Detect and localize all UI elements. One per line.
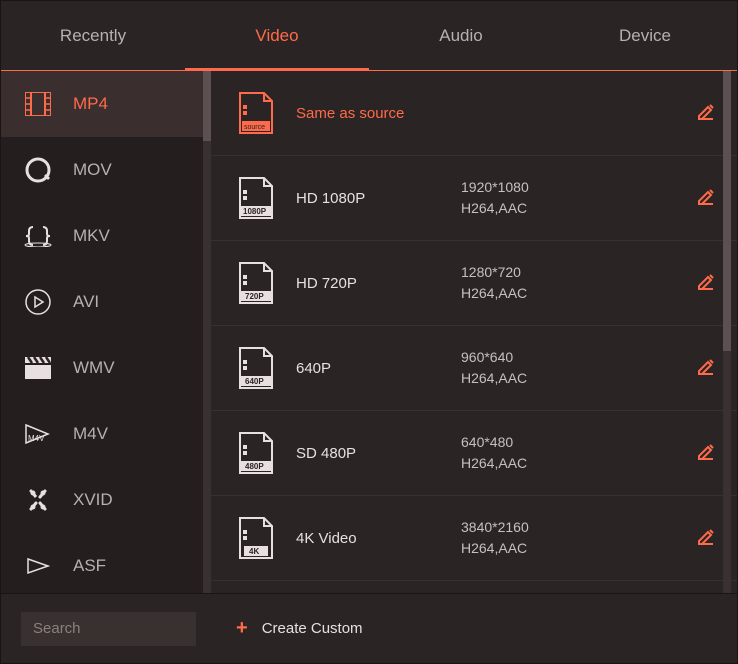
create-custom-label: Create Custom — [262, 620, 363, 637]
tab-device[interactable]: Device — [553, 1, 737, 70]
tab-recently[interactable]: Recently — [1, 1, 185, 70]
film-icon — [23, 92, 53, 116]
file-1080p-icon: 1080P — [236, 174, 276, 222]
braces-icon — [23, 225, 53, 247]
clapper-icon — [23, 357, 53, 379]
preset-name: HD 720P — [296, 275, 461, 292]
preset-sd-480p[interactable]: 480P SD 480P 640*480 H264,AAC — [211, 411, 737, 496]
preset-details: 1280*720 H264,AAC — [461, 262, 527, 304]
sidebar-item-label: ASF — [73, 556, 106, 576]
preset-name: SD 480P — [296, 445, 461, 462]
sidebar-item-label: XVID — [73, 490, 113, 510]
preset-name: 4K Video — [296, 530, 461, 547]
preset-details: 3840*2160 H264,AAC — [461, 517, 529, 559]
quicktime-icon — [23, 157, 53, 183]
plus-icon: + — [236, 617, 248, 640]
search-input[interactable] — [21, 612, 196, 646]
preset-list: source Same as source 1080P HD 1080P 192… — [211, 71, 737, 593]
sidebar-item-label: MKV — [73, 226, 110, 246]
edit-preset-button[interactable] — [697, 103, 717, 123]
edit-preset-button[interactable] — [697, 528, 717, 548]
svg-text:source: source — [244, 124, 265, 131]
preset-details: 640*480 H264,AAC — [461, 432, 527, 474]
svg-text:4K: 4K — [249, 547, 259, 556]
preset-name: 640P — [296, 360, 461, 377]
edit-preset-button[interactable] — [697, 358, 717, 378]
file-480p-icon: 480P — [236, 429, 276, 477]
sidebar-item-avi[interactable]: AVI — [1, 269, 211, 335]
preset-codec: H264,AAC — [461, 538, 529, 559]
preset-resolution: 960*640 — [461, 347, 527, 368]
play-circle-icon — [23, 289, 53, 315]
sidebar-item-mp4[interactable]: MP4 — [1, 71, 211, 137]
preset-details: 1920*1080 H264,AAC — [461, 177, 529, 219]
file-4k-icon: 4K — [236, 514, 276, 562]
sidebar-item-wmv[interactable]: WMV — [1, 335, 211, 401]
sidebar-item-mkv[interactable]: MKV — [1, 203, 211, 269]
edit-preset-button[interactable] — [697, 273, 717, 293]
sidebar-scrollbar-track — [203, 71, 211, 593]
file-640p-icon: 640P — [236, 344, 276, 392]
file-720p-icon: 720P — [236, 259, 276, 307]
svg-text:M4V: M4V — [28, 434, 45, 443]
preset-codec: H264,AAC — [461, 198, 529, 219]
m4v-play-icon: M4V — [23, 423, 53, 445]
preset-name: Same as source — [296, 105, 461, 122]
tab-audio[interactable]: Audio — [369, 1, 553, 70]
preset-resolution: 1280*720 — [461, 262, 527, 283]
preset-codec: H264,AAC — [461, 368, 527, 389]
preset-codec: H264,AAC — [461, 283, 527, 304]
main-area: MP4 MOV MKV AVI — [1, 71, 737, 593]
preset-resolution: 640*480 — [461, 432, 527, 453]
sidebar-item-xvid[interactable]: XVID — [1, 467, 211, 533]
content-scrollbar-thumb[interactable] — [723, 71, 731, 351]
preset-4k-video[interactable]: 4K 4K Video 3840*2160 H264,AAC — [211, 496, 737, 581]
tab-video[interactable]: Video — [185, 1, 369, 70]
edit-preset-button[interactable] — [697, 188, 717, 208]
create-custom-button[interactable]: + Create Custom — [236, 617, 363, 640]
preset-hd-720p[interactable]: 720P HD 720P 1280*720 H264,AAC — [211, 241, 737, 326]
sidebar-item-m4v[interactable]: M4V M4V — [1, 401, 211, 467]
sidebar-item-label: M4V — [73, 424, 108, 444]
format-sidebar: MP4 MOV MKV AVI — [1, 71, 211, 593]
svg-text:720P: 720P — [245, 292, 264, 301]
sidebar-scrollbar-thumb[interactable] — [203, 71, 211, 141]
triangle-icon — [23, 557, 53, 575]
tabs-bar: Recently Video Audio Device — [1, 1, 737, 71]
preset-resolution: 1920*1080 — [461, 177, 529, 198]
edit-preset-button[interactable] — [697, 443, 717, 463]
preset-codec: H264,AAC — [461, 453, 527, 474]
sidebar-item-label: MOV — [73, 160, 112, 180]
sidebar-item-mov[interactable]: MOV — [1, 137, 211, 203]
preset-same-as-source[interactable]: source Same as source — [211, 71, 737, 156]
svg-text:480P: 480P — [245, 462, 264, 471]
x-cross-icon — [23, 489, 53, 511]
footer-bar: + Create Custom — [1, 593, 737, 663]
sidebar-item-asf[interactable]: ASF — [1, 533, 211, 593]
sidebar-item-label: MP4 — [73, 94, 108, 114]
source-file-icon: source — [236, 89, 276, 137]
svg-text:640P: 640P — [245, 377, 264, 386]
preset-hd-1080p[interactable]: 1080P HD 1080P 1920*1080 H264,AAC — [211, 156, 737, 241]
sidebar-item-label: AVI — [73, 292, 99, 312]
preset-resolution: 3840*2160 — [461, 517, 529, 538]
sidebar-item-label: WMV — [73, 358, 115, 378]
preset-640p[interactable]: 640P 640P 960*640 H264,AAC — [211, 326, 737, 411]
preset-name: HD 1080P — [296, 190, 461, 207]
preset-details: 960*640 H264,AAC — [461, 347, 527, 389]
svg-text:1080P: 1080P — [243, 207, 267, 216]
